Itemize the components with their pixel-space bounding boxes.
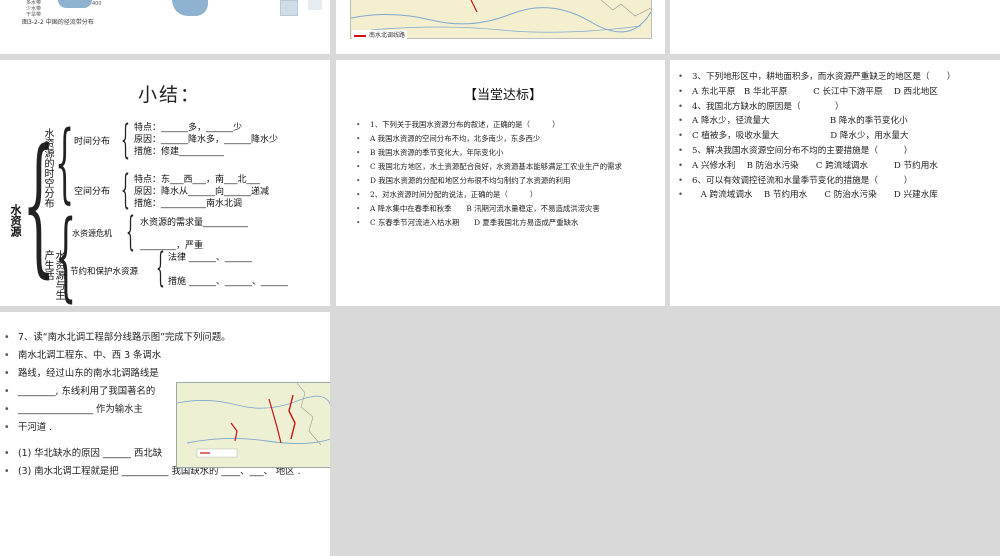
- runoff-legend: 多水带 少水带 干旱带: [26, 0, 42, 18]
- branch2-brace: {: [55, 200, 77, 306]
- space-dist-label: 空间分布: [74, 187, 111, 197]
- space-brace: {: [121, 167, 130, 213]
- slide-thumbnail-quiz-1[interactable]: 【当堂达标】 1、下列关于我国水资源分布的叙述，正确的是（ ） A 我国水资源的…: [336, 60, 665, 306]
- time-measure: 措施：修建__________: [134, 147, 225, 157]
- list-item: A 跨流域调水 B 节约用水 C 防治水污染 D 兴建水库: [678, 190, 990, 201]
- map-inset: [280, 0, 298, 16]
- branch1-label: 水资源的时空分布: [42, 128, 53, 208]
- slide-title: 小结：: [138, 84, 202, 106]
- measures-line: 措施 ______、______、______: [168, 277, 288, 287]
- list-item: A 降水少，径流量大 B 降水的季节变化小: [678, 116, 990, 127]
- crisis-label: 水资源危机: [72, 229, 112, 238]
- map-shape: [58, 0, 92, 8]
- map-legend: 南水北调线路: [352, 30, 408, 39]
- protect-brace: {: [156, 245, 165, 291]
- list-item: 6、可以有效调控径流和水量季节变化的措施是（ ）: [678, 176, 990, 187]
- list-item: 4、我国北方缺水的原因是（ ）: [678, 102, 990, 113]
- question-list: 3、下列地形区中，耕地面积多，而水资源严重缺乏的地区是（ ） A 东北平原 B …: [678, 72, 990, 205]
- question-list: 1、下列关于我国水资源分布的叙述，正确的是（ ） A 我国水资源的空间分布不均，…: [356, 120, 654, 232]
- slide-thumbnail-question-7[interactable]: 7、读“南水北调工程部分线路示图”完成下列问题。 南水北调工程东、中、西 3 条…: [0, 312, 330, 556]
- root-label: 水资源: [9, 204, 22, 237]
- list-item: A 东北平原 B 华北平原 C 长江中下游平原 D 西北地区: [678, 87, 990, 98]
- list-item: 南水北调工程东、中、西 3 条调水: [4, 350, 324, 362]
- slide-thumbnail-quiz-2[interactable]: 3、下列地形区中，耕地面积多，而水资源严重缺乏的地区是（ ） A 东北平原 B …: [670, 60, 1000, 306]
- map-graphic: [176, 382, 330, 458]
- list-item: C 我国北方地区，水土资源配合良好，水资源基本能够满足工农业生产的需求: [356, 162, 654, 171]
- list-item: 路线，经过山东的南水北调路线是: [4, 368, 324, 380]
- list-item: A 我国水资源的空间分布不均，北多南少，东多西少: [356, 134, 654, 143]
- slide-thumbnail-3[interactable]: [670, 0, 1000, 54]
- space-measure: 措施：__________南水北调: [134, 199, 243, 209]
- slide-thumbnail-2[interactable]: 南水北调线路: [336, 0, 665, 54]
- time-brace: {: [121, 117, 130, 163]
- diversion-route-map: [176, 382, 330, 468]
- list-item: 5、解决我国水资源空间分布不均的主要措施是（ ）: [678, 146, 990, 157]
- protect-label: 节约和保护水资源: [70, 267, 139, 277]
- list-item: C 东春季节河流进入枯水期 D 夏季我国北方易造成严重缺水: [356, 218, 654, 227]
- legend-value: 400: [92, 1, 102, 7]
- list-item: 3、下列地形区中，耕地面积多，而水资源严重缺乏的地区是（ ）: [678, 72, 990, 83]
- slide-thumbnail-summary[interactable]: 小结： 水资源 { 水资源的时空分布 { 时间分布 { 特点：______多，_…: [0, 60, 330, 306]
- crisis-brace: {: [126, 209, 135, 255]
- list-item: A 降水集中在春季和秋季 B 汛期河流水量稳定，不易造成洪涝灾害: [356, 204, 654, 213]
- list-item: 1、下列关于我国水资源分布的叙述，正确的是（ ）: [356, 120, 654, 129]
- list-item: 7、读“南水北调工程部分线路示图”完成下列问题。: [4, 332, 324, 344]
- list-item: 2、对水资源时间分配的说法，正确的是（ ）: [356, 190, 654, 199]
- crisis-line1: 水资源的需求量__________: [140, 218, 249, 228]
- map-shape: [172, 0, 208, 16]
- law-line: 法律 ______、______: [168, 253, 252, 263]
- slide-title: 【当堂达标】: [464, 88, 543, 103]
- slide-thumbnail-1[interactable]: 多水带 少水带 干旱带 400 图3-2-2 中国的径流带分布: [0, 0, 330, 54]
- list-item: D 我国水资源的分配和地区分布很不均匀制约了水资源的利用: [356, 176, 654, 185]
- list-item: C 植被多，吸收水量大 D 降水少，用水量大: [678, 131, 990, 142]
- map-inset: [308, 0, 322, 10]
- list-item: A 兴修水利 B 防治水污染 C 跨流域调水 D 节约用水: [678, 161, 990, 172]
- branch1-brace: {: [55, 113, 75, 213]
- figure-caption: 图3-2-2 中国的径流带分布: [22, 19, 94, 26]
- list-item: B 我国水资源的季节变化大，年际变化小: [356, 148, 654, 157]
- red-line-swatch: [354, 34, 366, 37]
- time-dist-label: 时间分布: [74, 137, 111, 147]
